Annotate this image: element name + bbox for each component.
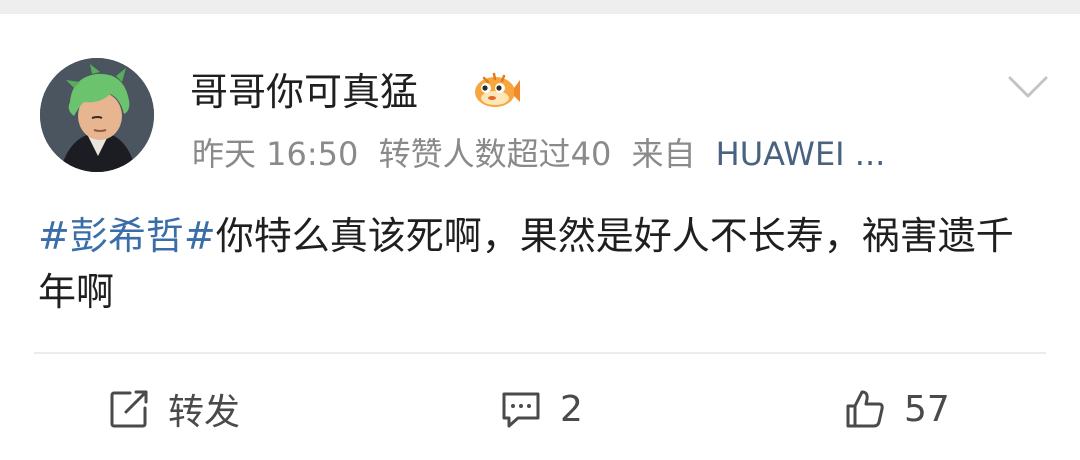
username[interactable]: 哥哥你可真猛 <box>190 68 418 116</box>
chevron-down-icon[interactable] <box>1004 70 1052 104</box>
post-meta: 昨天 16:50 转赞人数超过40 来自 HUAWEI ... <box>192 132 895 176</box>
hashtag-link[interactable]: #彭希哲# <box>38 214 216 258</box>
thumbs-up-icon <box>846 390 884 428</box>
top-separator-bar <box>0 0 1080 14</box>
comment-button[interactable]: 2 <box>498 382 583 436</box>
repost-status: 转赞人数超过40 <box>378 135 612 173</box>
like-count: 57 <box>904 388 950 430</box>
user-avatar[interactable] <box>40 58 154 172</box>
source-device-link[interactable]: HUAWEI ... <box>716 135 886 173</box>
source-prefix: 来自 <box>631 135 696 173</box>
share-icon <box>110 390 148 428</box>
avatar-image <box>40 58 154 172</box>
repost-label: 转发 <box>168 392 241 433</box>
comment-count: 2 <box>560 388 583 430</box>
like-button[interactable]: 57 <box>842 382 950 436</box>
repost-button[interactable]: 转发 <box>106 382 240 436</box>
divider <box>34 352 1046 354</box>
comment-icon <box>502 392 540 428</box>
post-text: #彭希哲#你特么真该死啊，果然是好人不长寿，祸害遗千年啊 <box>38 208 1048 320</box>
post-time: 昨天 16:50 <box>192 135 359 173</box>
pufferfish-emoji-icon <box>470 68 520 112</box>
